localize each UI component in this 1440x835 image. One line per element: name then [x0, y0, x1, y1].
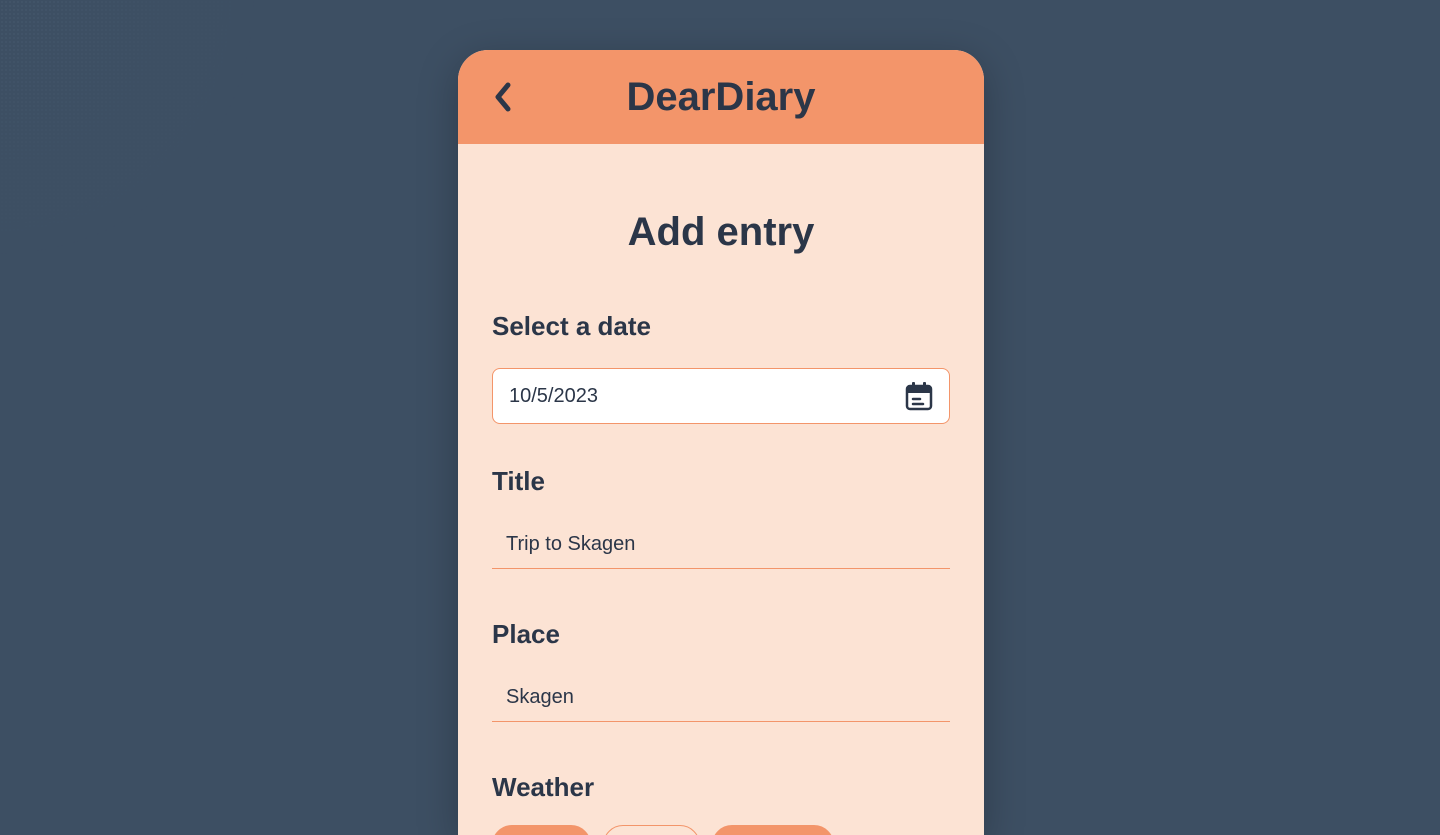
weather-chip-group: Sunny Windy Overcast Rain showers — [492, 825, 950, 835]
title-input[interactable] — [492, 523, 950, 569]
date-label: Select a date — [492, 311, 950, 342]
place-input[interactable] — [492, 676, 950, 722]
date-input[interactable]: 10/5/2023 — [492, 368, 950, 424]
weather-chip-windy[interactable]: Windy — [603, 825, 701, 835]
title-label: Title — [492, 466, 950, 497]
weather-label: Weather — [492, 772, 950, 803]
calendar-icon — [905, 381, 933, 411]
form-content: Add entry Select a date 10/5/2023 Title … — [458, 144, 984, 835]
app-header: DearDiary — [458, 50, 984, 144]
date-value: 10/5/2023 — [509, 385, 598, 408]
place-label: Place — [492, 619, 950, 650]
back-button[interactable] — [494, 82, 512, 112]
chevron-left-icon — [494, 82, 512, 112]
phone-frame: DearDiary Add entry Select a date 10/5/2… — [458, 50, 984, 835]
background-texture — [0, 0, 260, 260]
weather-chip-sunny[interactable]: Sunny — [492, 825, 591, 835]
page-title: Add entry — [492, 210, 950, 255]
weather-chip-overcast[interactable]: Overcast — [712, 825, 834, 835]
app-title: DearDiary — [458, 75, 984, 120]
